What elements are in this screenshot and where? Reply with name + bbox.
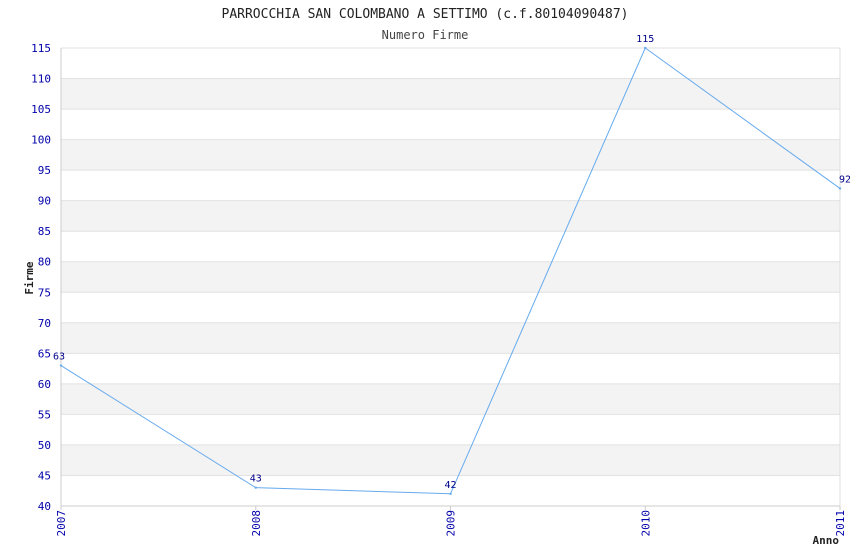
plot-band	[61, 139, 840, 171]
chart-svg: PARROCCHIA SAN COLOMBANO A SETTIMO (c.f.…	[23, 7, 850, 547]
y-tick-label: 80	[38, 256, 51, 269]
plot-band	[61, 444, 840, 476]
data-label: 43	[250, 474, 262, 485]
x-axis-title: Anno	[813, 534, 840, 547]
y-tick-label: 50	[38, 439, 51, 452]
y-tick-label: 100	[31, 134, 51, 147]
plot-band	[61, 414, 840, 445]
plot-band	[61, 170, 840, 201]
y-tick-label: 115	[31, 42, 51, 55]
x-tick-label: 2011	[834, 510, 847, 537]
plot-band	[61, 292, 840, 323]
data-label: 42	[444, 480, 456, 491]
data-point	[838, 187, 842, 190]
x-tick-label: 2010	[639, 510, 652, 537]
y-tick-label: 110	[31, 73, 51, 86]
y-tick-label: 70	[38, 317, 51, 330]
plot-band	[61, 231, 840, 262]
plot-band	[61, 261, 840, 293]
y-axis-title: Firme	[23, 261, 36, 294]
y-tick-label: 95	[38, 164, 51, 177]
x-tick-label: 2009	[445, 510, 458, 537]
plot-band	[61, 109, 840, 140]
y-tick-label: 60	[38, 378, 51, 391]
chart-title: PARROCCHIA SAN COLOMBANO A SETTIMO (c.f.…	[222, 7, 629, 22]
y-tick-label: 75	[38, 286, 51, 299]
plot-band	[61, 200, 840, 232]
chart-subtitle: Numero Firme	[382, 28, 469, 42]
y-tick-label: 40	[38, 500, 51, 513]
plot-background	[61, 48, 840, 506]
y-tick-label: 85	[38, 225, 51, 238]
x-tick-label: 2007	[55, 510, 68, 537]
data-label: 92	[839, 174, 850, 185]
data-label: 63	[53, 352, 65, 363]
plot-band	[61, 383, 840, 415]
data-point	[254, 486, 257, 489]
data-point	[59, 364, 63, 367]
chart: PARROCCHIA SAN COLOMBANO A SETTIMO (c.f.…	[0, 0, 850, 550]
plot-band	[61, 48, 840, 79]
data-point	[644, 46, 647, 50]
y-tick-label: 65	[38, 347, 51, 360]
plot-band	[61, 353, 840, 384]
data-label: 115	[636, 34, 654, 45]
plot-band	[61, 322, 840, 354]
x-axis-ticks: 2007 2008 2009 2010 2011	[55, 506, 847, 537]
y-tick-label: 45	[38, 469, 51, 482]
y-tick-label: 105	[31, 103, 51, 116]
data-point	[449, 492, 452, 495]
y-tick-label: 90	[38, 195, 51, 208]
y-tick-label: 55	[38, 408, 51, 421]
x-tick-label: 2008	[250, 510, 263, 537]
